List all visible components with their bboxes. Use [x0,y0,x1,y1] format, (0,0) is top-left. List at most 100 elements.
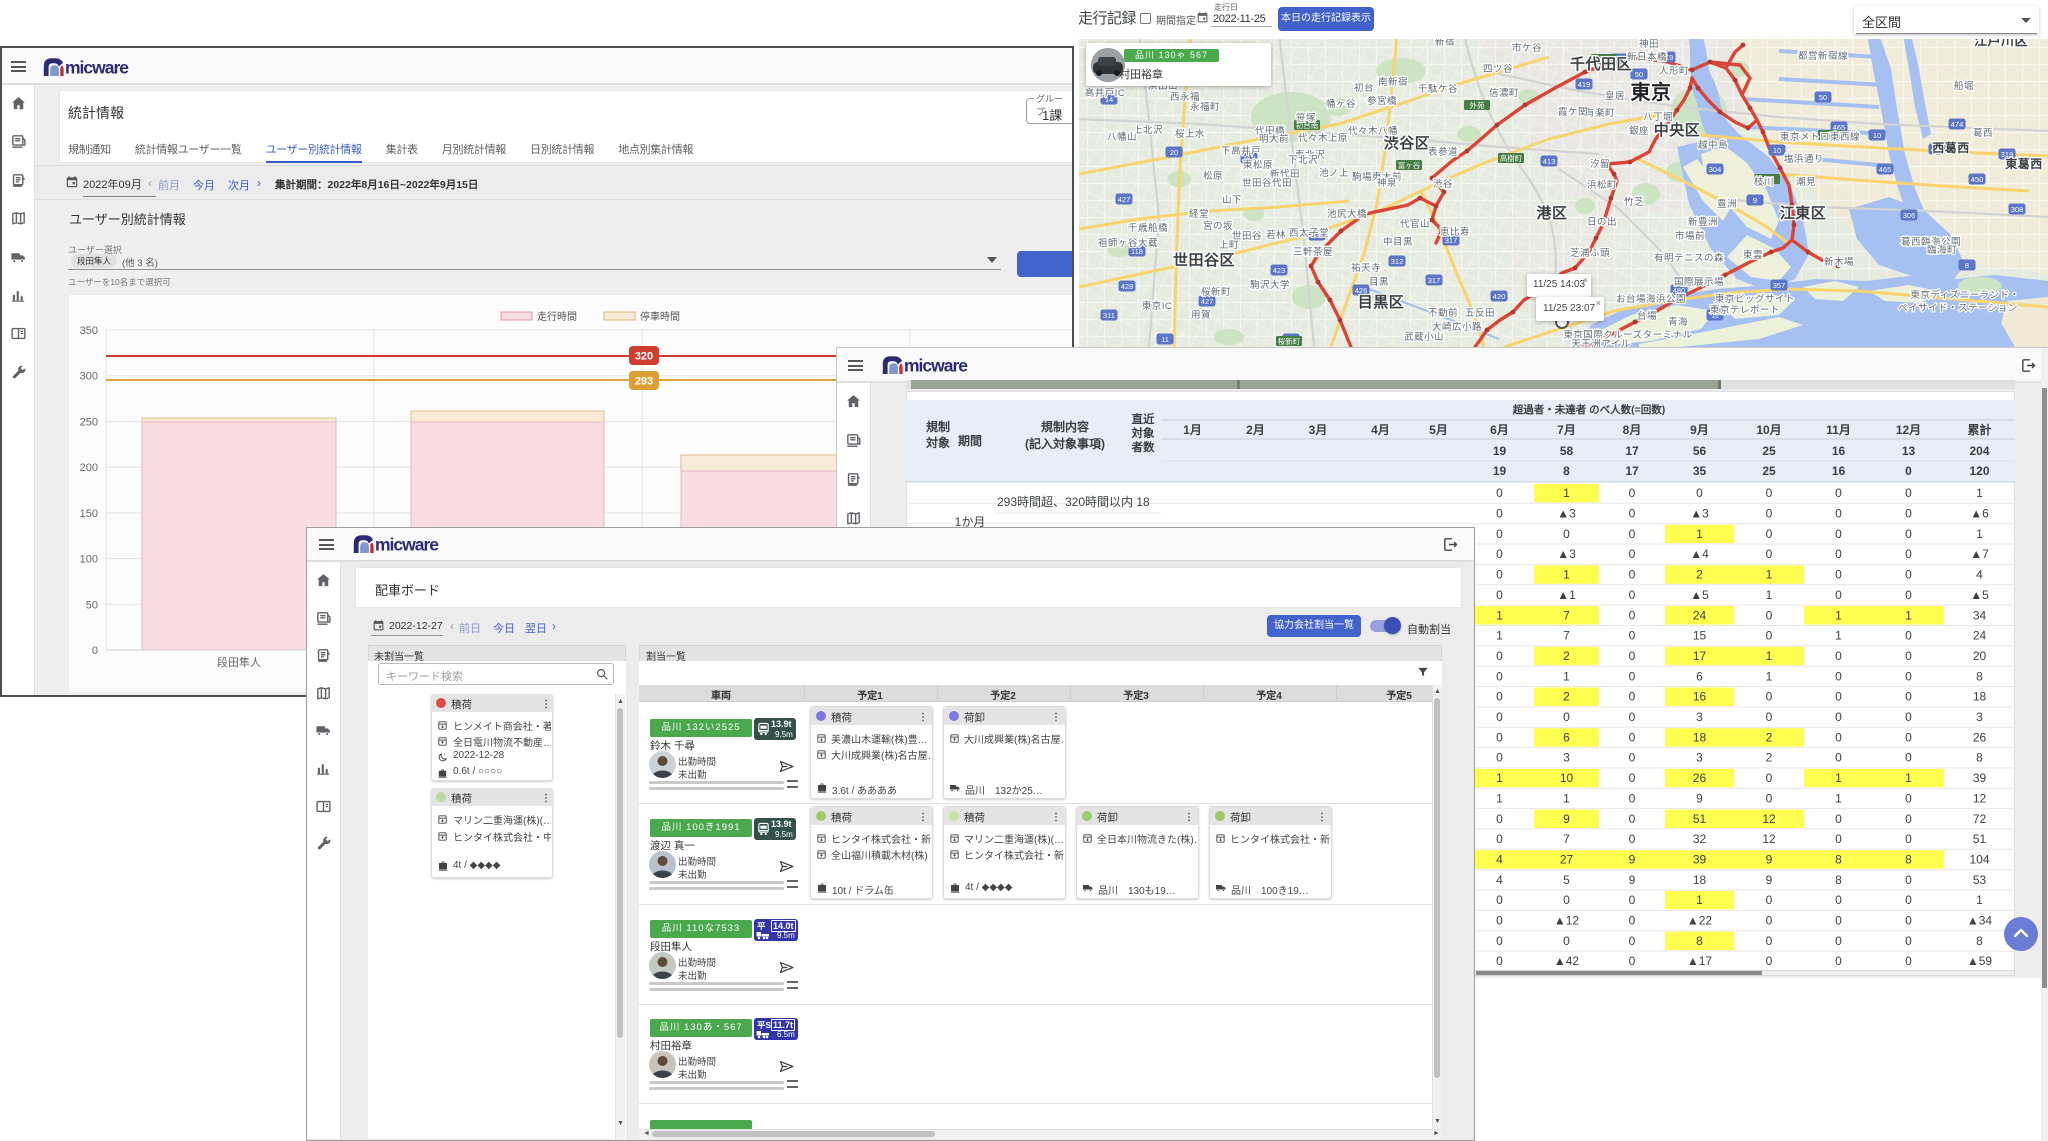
svg-text:越中島: 越中島 [1698,139,1728,151]
svg-text:0: 0 [1766,954,1773,968]
svg-text:西太子堂: 西太子堂 [1289,227,1329,239]
svg-text:9: 9 [1766,873,1773,887]
svg-text:0: 0 [1629,547,1636,561]
svg-text:19: 19 [1493,444,1507,458]
svg-text:0: 0 [1905,893,1912,907]
svg-text:四ツ谷: 四ツ谷 [1483,64,1513,75]
svg-text:0: 0 [1496,812,1503,826]
svg-text:参宮橋: 参宮橋 [1367,95,1397,107]
svg-text:0: 0 [1563,893,1570,907]
svg-text:1: 1 [1496,608,1503,622]
svg-text:0: 0 [1629,954,1636,968]
svg-text:0: 0 [1766,690,1773,704]
svg-text:1: 1 [1835,629,1842,643]
svg-text:0: 0 [1905,629,1912,643]
svg-text:▲3: ▲3 [1690,507,1709,521]
svg-text:35: 35 [1693,464,1707,478]
svg-text:350: 350 [80,325,98,337]
svg-text:12: 12 [1973,791,1987,805]
svg-text:下北沢: 下北沢 [1288,154,1318,166]
svg-text:初台: 初台 [1354,82,1374,94]
svg-text:9: 9 [1766,853,1773,867]
svg-text:50: 50 [1635,70,1643,79]
svg-text:江東区: 江東区 [1780,204,1827,222]
svg-text:0: 0 [1766,507,1773,521]
svg-text:0: 0 [1629,690,1636,704]
svg-text:0: 0 [1835,730,1842,744]
svg-text:9: 9 [1753,196,1757,205]
svg-text:0: 0 [1496,934,1503,948]
svg-text:日の出: 日の出 [1587,216,1617,228]
svg-text:豊洲: 豊洲 [1717,198,1737,210]
svg-text:▲34: ▲34 [1967,914,1993,928]
svg-text:293: 293 [635,376,653,388]
svg-text:宮の坂: 宮の坂 [1203,220,1233,232]
svg-text:市ケ谷: 市ケ谷 [1512,42,1542,54]
svg-text:0: 0 [1835,934,1842,948]
svg-text:0: 0 [1905,730,1912,744]
svg-text:停車時間: 停車時間 [640,310,680,323]
svg-text:32: 32 [1693,832,1707,846]
svg-text:期間: 期間 [958,433,982,448]
svg-text:465: 465 [1879,165,1892,174]
svg-text:0: 0 [1496,588,1503,602]
svg-text:1: 1 [1696,527,1703,541]
svg-text:25: 25 [1762,444,1776,458]
svg-text:0: 0 [1629,751,1636,765]
svg-text:0: 0 [1496,893,1503,907]
svg-text:8: 8 [1835,853,1842,867]
svg-text:304: 304 [1709,165,1722,174]
svg-text:新日本橋: 新日本橋 [1627,51,1667,63]
svg-text:56: 56 [1693,444,1707,458]
svg-text:東京IC: 東京IC [1142,300,1173,312]
svg-text:▲17: ▲17 [1687,954,1713,968]
svg-text:1: 1 [1696,893,1703,907]
svg-text:祖師ヶ谷大蔵: 祖師ヶ谷大蔵 [1098,237,1158,249]
svg-text:1: 1 [1563,486,1570,500]
svg-text:72: 72 [1973,812,1987,826]
svg-text:池ノ上: 池ノ上 [1319,167,1349,179]
svg-text:1: 1 [1835,608,1842,622]
svg-text:高井戸IC: 高井戸IC [1085,87,1126,99]
svg-text:1: 1 [1496,791,1503,805]
svg-text:306: 306 [1903,211,1916,220]
svg-text:恵比寿: 恵比寿 [1440,226,1470,238]
svg-text:葛西: 葛西 [1973,127,1993,139]
svg-text:0: 0 [1766,486,1773,500]
svg-text:0: 0 [1496,954,1503,968]
svg-text:0: 0 [1629,507,1636,521]
svg-text:320: 320 [635,351,653,363]
svg-text:20: 20 [1973,649,1987,663]
svg-text:1: 1 [1835,791,1842,805]
svg-text:16: 16 [1693,690,1707,704]
svg-text:25: 25 [1762,464,1776,478]
svg-text:0: 0 [92,645,98,657]
svg-text:8: 8 [1696,934,1703,948]
svg-text:新木場: 新木場 [1824,256,1854,268]
svg-text:0: 0 [1629,568,1636,582]
svg-text:2: 2 [1696,568,1703,582]
svg-text:1: 1 [1905,771,1912,785]
svg-text:9: 9 [1629,853,1636,867]
svg-text:0: 0 [1766,771,1773,785]
svg-text:26: 26 [1693,771,1707,785]
svg-text:0: 0 [1563,710,1570,724]
svg-text:3: 3 [1696,751,1703,765]
svg-text:8月: 8月 [1623,423,1642,437]
svg-text:250: 250 [80,416,98,428]
svg-text:0: 0 [1766,608,1773,622]
svg-text:1月: 1月 [1183,423,1202,437]
svg-text:420: 420 [1493,292,1506,301]
svg-text:100: 100 [80,554,98,566]
svg-text:0: 0 [1766,791,1773,805]
svg-text:8: 8 [1563,464,1570,478]
svg-text:204: 204 [1969,444,1989,458]
svg-text:1: 1 [1905,608,1912,622]
svg-text:18: 18 [1693,873,1707,887]
svg-text:0: 0 [1563,934,1570,948]
svg-text:4: 4 [1496,873,1503,887]
svg-text:東京メトロ東西線: 東京メトロ東西線 [1780,131,1860,143]
svg-text:▲59: ▲59 [1967,954,1993,968]
svg-text:0: 0 [1629,669,1636,683]
svg-text:0: 0 [1905,873,1912,887]
